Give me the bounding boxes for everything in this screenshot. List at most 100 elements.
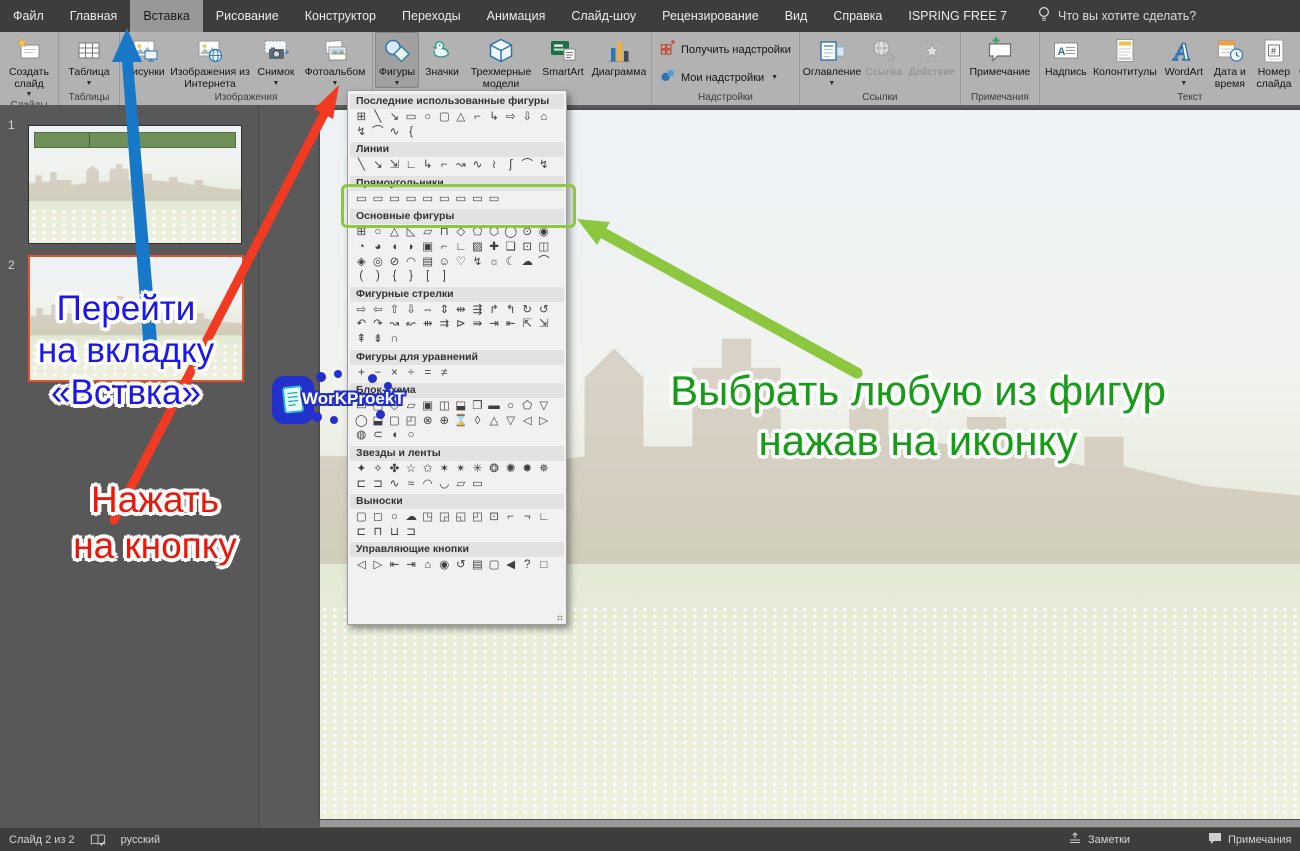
- shape-item[interactable]: ▬: [486, 399, 503, 414]
- shape-item[interactable]: ○: [419, 110, 436, 125]
- shape-item[interactable]: ▭: [453, 192, 470, 207]
- shape-item[interactable]: ○: [386, 510, 403, 525]
- shape-item[interactable]: ↳: [419, 158, 436, 173]
- shape-item[interactable]: ▢: [436, 110, 453, 125]
- shape-item[interactable]: ⌐: [436, 158, 453, 173]
- shape-item[interactable]: ✳: [469, 462, 486, 477]
- shape-item[interactable]: ⌐: [502, 510, 519, 525]
- shape-item[interactable]: ▱: [419, 225, 436, 240]
- shape-item[interactable]: ✶: [436, 462, 453, 477]
- shape-item[interactable]: ⊡: [519, 240, 536, 255]
- shape-item[interactable]: ✴: [453, 462, 470, 477]
- shape-item[interactable]: ↶: [353, 317, 370, 332]
- shape-item[interactable]: ⊐: [403, 525, 420, 540]
- ribbon-button-link[interactable]: Ссылка: [862, 32, 906, 80]
- shape-item[interactable]: ↘: [370, 158, 387, 173]
- ribbon-button-textbox[interactable]: AНадпись: [1042, 32, 1090, 80]
- shape-item[interactable]: ◰: [469, 510, 486, 525]
- shape-item[interactable]: ⇶: [469, 303, 486, 318]
- shape-item[interactable]: ⌒: [370, 125, 387, 140]
- shape-item[interactable]: ⬠: [519, 399, 536, 414]
- tell-me[interactable]: Что вы хотите сделать?: [1038, 0, 1196, 32]
- shape-item[interactable]: ▤: [469, 558, 486, 573]
- proofing-book-icon[interactable]: [90, 833, 106, 847]
- shape-item[interactable]: ⇤: [386, 558, 403, 573]
- shape-item[interactable]: ⇕: [436, 303, 453, 318]
- shape-item[interactable]: ⊓: [436, 225, 453, 240]
- shape-item[interactable]: ◰: [403, 414, 420, 429]
- shape-item[interactable]: ⇧: [386, 303, 403, 318]
- shape-item[interactable]: ⬡: [486, 225, 503, 240]
- shape-item[interactable]: =: [419, 366, 436, 381]
- notes-button[interactable]: Заметки: [1068, 828, 1130, 851]
- shape-item[interactable]: ○: [502, 399, 519, 414]
- shape-item[interactable]: ◁: [519, 414, 536, 429]
- shape-item[interactable]: ◫: [436, 399, 453, 414]
- shape-item[interactable]: ▷: [370, 558, 387, 573]
- shape-item[interactable]: ↯: [469, 255, 486, 270]
- shape-item[interactable]: ∿: [386, 125, 403, 140]
- tab-slideshow[interactable]: Слайд-шоу: [558, 0, 649, 32]
- shape-item[interactable]: ◲: [436, 510, 453, 525]
- shape-item[interactable]: ▭: [469, 477, 486, 492]
- shape-item[interactable]: ▭: [386, 192, 403, 207]
- shape-item[interactable]: ◻: [370, 510, 387, 525]
- shape-item[interactable]: {: [386, 269, 403, 284]
- shape-item[interactable]: ✚: [486, 240, 503, 255]
- shape-item[interactable]: ⇥: [403, 558, 420, 573]
- shape-item[interactable]: ▭: [403, 192, 420, 207]
- ribbon-button-wordart[interactable]: AWordArt▼: [1160, 32, 1208, 88]
- shape-item[interactable]: ʃ: [502, 158, 519, 173]
- shape-item[interactable]: ▭: [419, 192, 436, 207]
- slide-thumbnail-1[interactable]: [28, 125, 242, 244]
- ribbon-button-header-footer[interactable]: Колонтитулы: [1090, 32, 1160, 80]
- shape-item[interactable]: ∟: [403, 158, 420, 173]
- shape-item[interactable]: ⇻: [419, 317, 436, 332]
- shape-item[interactable]: ◯: [502, 225, 519, 240]
- shape-item[interactable]: ↝: [386, 317, 403, 332]
- shape-item[interactable]: ↯: [353, 125, 370, 140]
- tab-insert[interactable]: Вставка: [130, 0, 202, 32]
- shape-item[interactable]: ⇲: [386, 158, 403, 173]
- ribbon-button-datetime[interactable]: Дата и время: [1208, 32, 1252, 91]
- shape-item[interactable]: ∟: [536, 510, 553, 525]
- shape-item[interactable]: ✺: [502, 462, 519, 477]
- shape-item[interactable]: ◔: [353, 240, 370, 255]
- shape-item[interactable]: △: [453, 110, 470, 125]
- shape-item[interactable]: ↷: [370, 317, 387, 332]
- shape-item[interactable]: ⊔: [386, 525, 403, 540]
- tab-review[interactable]: Рецензирование: [649, 0, 772, 32]
- shape-item[interactable]: ⌒: [536, 255, 553, 270]
- shape-item[interactable]: ◉: [536, 225, 553, 240]
- shape-item[interactable]: △: [386, 225, 403, 240]
- shape-item[interactable]: ◕: [370, 240, 387, 255]
- shape-item[interactable]: ⇱: [519, 317, 536, 332]
- shape-item[interactable]: △: [486, 414, 503, 429]
- shape-item[interactable]: ⇛: [469, 317, 486, 332]
- shape-item[interactable]: ◖: [386, 428, 403, 443]
- shape-item[interactable]: ◉: [436, 558, 453, 573]
- shape-item[interactable]: ▭: [370, 192, 387, 207]
- shape-item[interactable]: ╲: [370, 110, 387, 125]
- shape-item[interactable]: ▭: [486, 192, 503, 207]
- ribbon-button-screenshot[interactable]: Снимок▼: [252, 32, 300, 88]
- shape-item[interactable]: ⊏: [353, 525, 370, 540]
- shape-item[interactable]: ¬: [519, 510, 536, 525]
- comments-button[interactable]: Примечания: [1208, 828, 1292, 851]
- ribbon-button-comment[interactable]: Примечание: [963, 32, 1037, 80]
- shape-item[interactable]: ⇩: [519, 110, 536, 125]
- shape-item[interactable]: ⌒: [519, 158, 536, 173]
- shape-item[interactable]: ⊡: [486, 510, 503, 525]
- shape-item[interactable]: ⌂: [536, 110, 553, 125]
- shape-item[interactable]: ⇥: [486, 317, 503, 332]
- shape-item[interactable]: ⌂: [419, 558, 436, 573]
- shape-item[interactable]: ◱: [453, 510, 470, 525]
- slide-thumbnail-2[interactable]: [28, 255, 244, 382]
- shape-item[interactable]: ◺: [403, 225, 420, 240]
- shape-item[interactable]: ╲: [353, 158, 370, 173]
- shape-item[interactable]: ⬠: [469, 225, 486, 240]
- shape-item[interactable]: ☼: [486, 255, 503, 270]
- shape-item[interactable]: ✹: [519, 462, 536, 477]
- shape-item[interactable]: ▭: [353, 192, 370, 207]
- ribbon-button-get-addins[interactable]: Получить надстройки: [660, 39, 791, 60]
